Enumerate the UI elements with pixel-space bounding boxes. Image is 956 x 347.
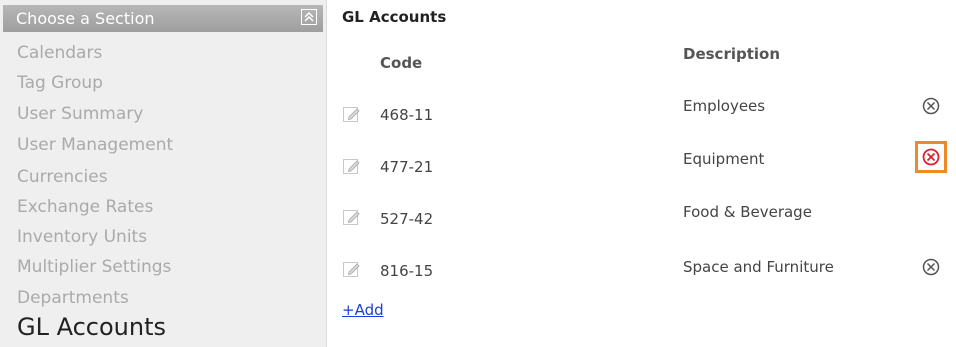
- sidebar-item-calendars[interactable]: Calendars: [17, 43, 102, 63]
- sidebar-item-gl-accounts[interactable]: GL Accounts: [17, 313, 166, 341]
- sidebar-header: Choose a Section: [3, 5, 323, 32]
- delete-icon[interactable]: [922, 258, 940, 276]
- description-cell: Employees: [683, 97, 766, 115]
- code-cell: 527-42: [380, 210, 434, 228]
- sidebar-item-inventory-units[interactable]: Inventory Units: [17, 227, 147, 247]
- description-cell: Equipment: [683, 150, 765, 168]
- section-sidebar: Choose a Section Calendars Tag Group Use…: [0, 0, 327, 347]
- sidebar-item-user-summary[interactable]: User Summary: [17, 104, 143, 124]
- add-link[interactable]: +Add: [342, 301, 384, 319]
- code-cell: 816-15: [380, 262, 434, 280]
- edit-icon[interactable]: [342, 156, 362, 176]
- sidebar-item-tag-group[interactable]: Tag Group: [17, 73, 103, 93]
- sidebar-header-title: Choose a Section: [16, 9, 155, 28]
- sidebar-item-exchange-rates[interactable]: Exchange Rates: [17, 197, 153, 217]
- edit-icon[interactable]: [342, 207, 362, 227]
- description-cell: Food & Beverage: [683, 203, 812, 221]
- code-cell: 477-21: [380, 158, 434, 176]
- sidebar-item-departments[interactable]: Departments: [17, 288, 129, 308]
- column-header-description: Description: [683, 45, 781, 63]
- delete-icon[interactable]: [922, 97, 940, 115]
- collapse-button[interactable]: [301, 9, 317, 25]
- edit-icon[interactable]: [342, 259, 362, 279]
- edit-icon[interactable]: [342, 104, 362, 124]
- sidebar-item-multiplier-settings[interactable]: Multiplier Settings: [17, 257, 171, 277]
- description-cell: Space and Furniture: [683, 258, 834, 276]
- delete-button-highlighted[interactable]: [915, 141, 947, 173]
- column-header-code: Code: [380, 54, 423, 72]
- delete-icon: [922, 148, 940, 166]
- code-cell: 468-11: [380, 106, 434, 124]
- page-title: GL Accounts: [342, 8, 447, 26]
- chevron-up-icon: [304, 11, 314, 22]
- sidebar-item-currencies[interactable]: Currencies: [17, 167, 108, 187]
- sidebar-item-user-management[interactable]: User Management: [17, 135, 173, 155]
